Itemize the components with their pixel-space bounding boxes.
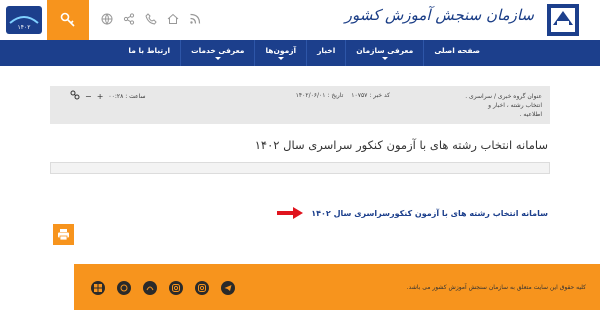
news-group: عنوان گروه خبری / سراسری . انتخاب رشته ،…	[465, 93, 542, 118]
nav-item-services[interactable]: معرفی خدمات	[180, 40, 254, 66]
instagram-icon[interactable]	[169, 281, 183, 295]
chevron-down-icon	[381, 57, 388, 60]
home-icon[interactable]	[166, 12, 180, 26]
copyright-text: کلیه حقوق این سایت متعلق به سازمان سنجش …	[406, 284, 586, 291]
telegram-icon[interactable]	[221, 281, 235, 295]
emblem-logo[interactable]: ۱۴۰۲	[0, 0, 47, 40]
system-link-row: سامانه انتخاب رشته های با آزمون کنکورسرا…	[275, 206, 548, 220]
social-links	[91, 281, 235, 295]
font-decrease-button[interactable]: −	[85, 92, 92, 101]
nav-item-exams[interactable]: آزمون‌ها	[254, 40, 306, 66]
windows-icon[interactable]	[91, 281, 105, 295]
page-title: سامانه انتخاب رشته های با آزمون کنکور سر…	[254, 138, 548, 152]
site-header: ۱۴۰۲ سازمان سنجش آموزش کشور	[0, 0, 600, 40]
content-divider-box	[50, 162, 550, 174]
share-icon[interactable]	[122, 12, 136, 26]
news-time: ساعت : ۰۰:۲۸	[108, 92, 146, 100]
news-info-bar: عنوان گروه خبری / سراسری . انتخاب رشته ،…	[50, 86, 550, 124]
font-increase-button[interactable]: +	[97, 92, 104, 101]
key-icon	[60, 12, 75, 27]
chevron-down-icon	[277, 57, 284, 60]
nav-item-contact[interactable]: ارتباط با ما	[118, 40, 180, 66]
nav-item-news[interactable]: اخبار	[306, 40, 345, 66]
print-button[interactable]	[53, 224, 74, 245]
phone-icon[interactable]	[144, 12, 158, 26]
aparat-icon[interactable]	[195, 281, 209, 295]
arrow-right-icon	[277, 207, 304, 219]
emblem-icon: ۱۴۰۲	[5, 6, 42, 34]
info-tools: − + ساعت : ۰۰:۲۸	[70, 90, 146, 102]
globe-icon[interactable]	[100, 12, 114, 26]
news-date: تاریخ : ۱۴۰۲/۰۶/۰۱	[295, 92, 344, 99]
footer-side	[0, 264, 74, 310]
org-name: سازمان سنجش آموزش کشور	[344, 6, 534, 24]
eitaa-icon[interactable]	[143, 281, 157, 295]
rss-icon[interactable]	[188, 12, 202, 26]
bale-icon[interactable]	[117, 281, 131, 295]
news-meta: کد خبر : ۱۰۷۵۷ تاریخ : ۱۴۰۲/۰۶/۰۱	[296, 92, 390, 99]
link-icon[interactable]	[70, 90, 80, 102]
main-nav: صفحه اصلی معرفی سازمان اخبار آزمون‌ها مع…	[0, 40, 600, 66]
svg-text:۱۴۰۲: ۱۴۰۲	[17, 24, 30, 31]
top-icons	[100, 12, 202, 28]
nav-item-about[interactable]: معرفی سازمان	[345, 40, 423, 66]
login-button[interactable]	[47, 0, 89, 40]
news-code: کد خبر : ۱۰۷۵۷	[351, 92, 390, 99]
site-footer: کلیه حقوق این سایت متعلق به سازمان سنجش …	[74, 264, 600, 310]
org-logo-icon[interactable]	[541, 3, 585, 37]
selection-system-link[interactable]: سامانه انتخاب رشته های با آزمون کنکورسرا…	[311, 209, 548, 218]
chevron-down-icon	[214, 57, 221, 60]
print-icon	[58, 229, 69, 241]
nav-item-home[interactable]: صفحه اصلی	[423, 40, 490, 66]
